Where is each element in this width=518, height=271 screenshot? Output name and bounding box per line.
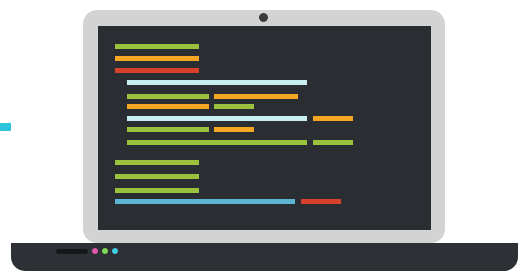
accent-dash (0, 123, 11, 131)
status-led-pink-icon (92, 248, 98, 254)
code-line (115, 160, 199, 165)
code-line (127, 94, 209, 99)
code-line (313, 116, 353, 121)
webcam-icon (259, 13, 268, 22)
code-line (301, 199, 341, 204)
code-line (115, 68, 199, 73)
code-line (313, 140, 353, 145)
code-line (127, 127, 209, 132)
code-line (214, 104, 254, 109)
status-led-cyan-icon (112, 248, 118, 254)
code-line (115, 174, 199, 179)
code-line (127, 140, 307, 145)
code-line (115, 44, 199, 49)
trackpad-slot-icon (56, 249, 88, 254)
code-line (127, 104, 209, 109)
code-line (115, 199, 295, 204)
code-line (127, 80, 307, 85)
laptop-base (11, 243, 518, 271)
code-line (214, 94, 298, 99)
code-line (115, 56, 199, 61)
code-line (127, 116, 307, 121)
code-line (115, 188, 199, 193)
status-led-green-icon (102, 248, 108, 254)
code-line (214, 127, 254, 132)
